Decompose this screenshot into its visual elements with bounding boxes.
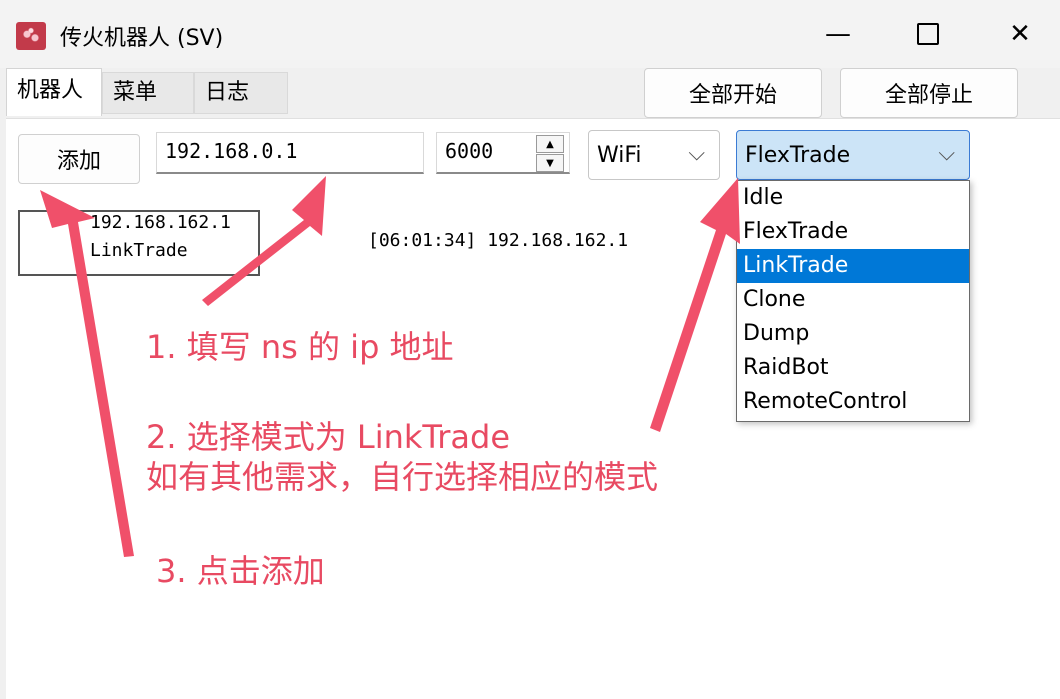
close-button[interactable]: ✕ (990, 12, 1050, 56)
stop-all-button[interactable]: 全部停止 (840, 68, 1018, 118)
start-all-button[interactable]: 全部开始 (644, 68, 822, 118)
ip-address-input[interactable]: 192.168.0.1 (156, 132, 424, 174)
title-bar: 传火机器人 (SV) — ✕ (0, 0, 1060, 68)
mode-option-raidbot[interactable]: RaidBot (737, 351, 969, 385)
chevron-down-icon: ⌵ (938, 141, 955, 166)
connection-select[interactable]: WiFi ⌵ (588, 130, 720, 180)
mode-option-clone[interactable]: Clone (737, 283, 969, 317)
chevron-down-icon: ⌵ (688, 141, 705, 166)
mode-option-remotecontrol[interactable]: RemoteControl (737, 385, 969, 419)
stepper-down-icon[interactable]: ▼ (536, 154, 564, 172)
tab-menu[interactable]: 菜单 (102, 72, 194, 114)
port-stepper[interactable]: ▲ ▼ (536, 134, 566, 172)
mode-select[interactable]: FlexTrade ⌵ (736, 130, 970, 180)
annotation-step2-note: 如有其他需求，自行选择相应的模式 (146, 458, 659, 496)
maximize-icon (917, 23, 939, 45)
mode-dropdown-list: Idle FlexTrade LinkTrade Clone Dump Raid… (736, 180, 970, 422)
annotation-step1: 1. 填写 ns 的 ip 地址 (146, 328, 454, 366)
connection-value: WiFi (597, 142, 642, 168)
window-title: 传火机器人 (SV) (60, 26, 224, 51)
mode-option-dump[interactable]: Dump (737, 317, 969, 351)
mode-option-flextrade[interactable]: FlexTrade (737, 215, 969, 249)
maximize-button[interactable] (898, 12, 958, 56)
bot-log-line: [06:01:34] 192.168.162.1 (368, 230, 629, 251)
bot-mode: LinkTrade (90, 240, 188, 261)
stepper-up-icon[interactable]: ▲ (536, 135, 564, 153)
mode-option-idle[interactable]: Idle (737, 181, 969, 215)
tab-robots[interactable]: 机器人 (6, 68, 102, 116)
mode-value: FlexTrade (745, 142, 851, 168)
bot-ip: 192.168.162.1 (90, 212, 231, 233)
tab-log[interactable]: 日志 (194, 72, 288, 114)
add-button[interactable]: 添加 (18, 134, 140, 184)
mode-option-linktrade[interactable]: LinkTrade (737, 249, 969, 283)
annotation-step3: 3. 点击添加 (156, 552, 325, 590)
minimize-button[interactable]: — (808, 12, 868, 56)
app-icon (16, 22, 46, 50)
